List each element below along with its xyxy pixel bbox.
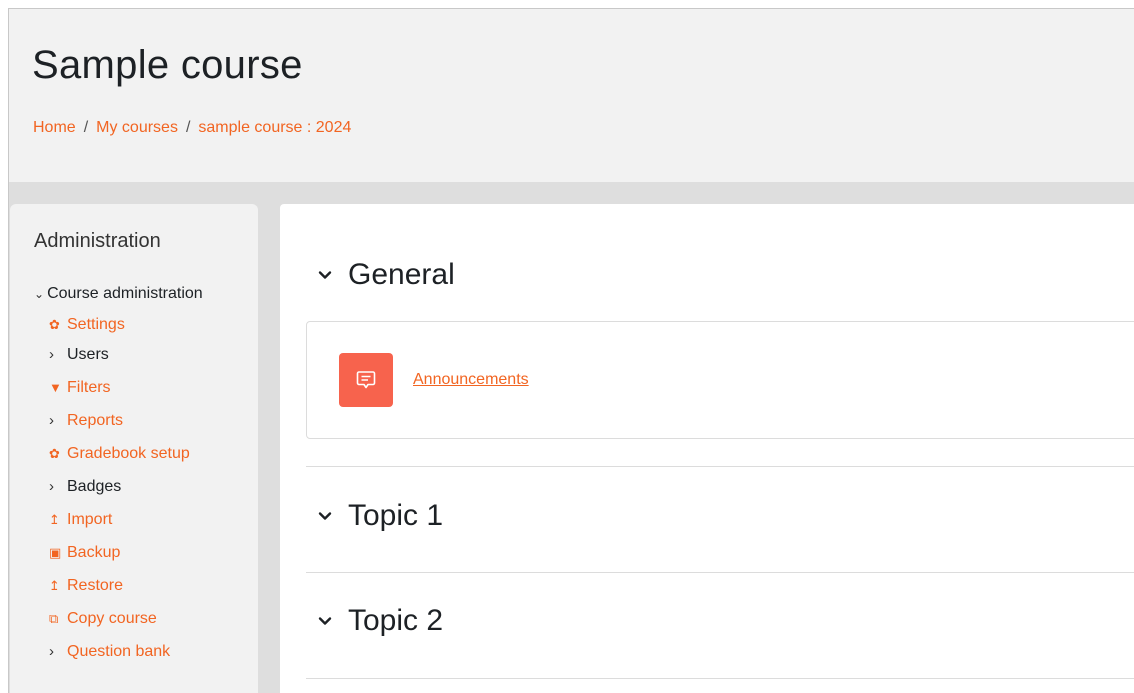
admin-item-users[interactable]: › Users (49, 338, 249, 371)
section-divider (306, 678, 1134, 679)
filter-icon: ▼ (49, 379, 62, 395)
section-divider (306, 572, 1134, 573)
gear-icon: ✿ (49, 445, 60, 461)
admin-item-label: Backup (67, 543, 121, 561)
breadcrumb-separator: / (185, 119, 191, 136)
administration-title: Administration (34, 230, 161, 252)
admin-item-reports[interactable]: › Reports (49, 404, 249, 437)
breadcrumb: Home / My courses / sample course : 2024 (33, 119, 351, 137)
chevron-right-icon: › (49, 642, 54, 660)
section-topic-1-header[interactable]: Topic 1 (318, 499, 443, 533)
admin-item-restore[interactable]: ↥ Restore (49, 569, 249, 602)
administration-tree: ⌄ Course administration ✿ Settings › User… (34, 282, 249, 668)
chevron-right-icon: › (49, 477, 54, 495)
page-frame: Sample course Home / My courses / sample… (8, 8, 1134, 693)
admin-item-badges[interactable]: › Badges (49, 470, 249, 503)
gear-icon: ✿ (49, 316, 60, 332)
section-title: Topic 1 (348, 499, 444, 532)
breadcrumb-my-courses[interactable]: My courses (96, 119, 178, 137)
admin-item-backup[interactable]: ▣ Backup (49, 536, 249, 569)
upload-icon: ↥ (49, 577, 60, 593)
admin-item-settings[interactable]: ✿ Settings (49, 311, 249, 338)
admin-item-gradebook-setup[interactable]: ✿ Gradebook setup (49, 437, 249, 470)
admin-item-label: Reports (67, 411, 124, 429)
breadcrumb-home[interactable]: Home (33, 119, 76, 137)
breadcrumb-course[interactable]: sample course : 2024 (198, 119, 351, 137)
section-title: General (348, 258, 455, 291)
course-administration-node[interactable]: ⌄ Course administration (34, 282, 249, 306)
section-divider (306, 466, 1134, 467)
page-header: Sample course Home / My courses / sample… (9, 9, 1134, 182)
chevron-right-icon: › (49, 411, 54, 429)
chevron-right-icon: › (49, 345, 54, 363)
copy-icon: ⧉ (49, 610, 59, 626)
forum-icon[interactable] (339, 353, 393, 407)
chevron-down-icon[interactable] (318, 614, 332, 628)
admin-item-label: Gradebook setup (67, 444, 190, 462)
breadcrumb-separator: / (83, 119, 89, 136)
file-archive-icon: ▣ (49, 544, 62, 560)
chevron-down-icon[interactable] (318, 509, 332, 523)
admin-item-label: Users (67, 345, 109, 363)
section-title: Topic 2 (348, 604, 444, 637)
admin-item-label: Badges (67, 477, 122, 495)
admin-item-label: Settings (67, 315, 125, 333)
admin-item-label: Import (67, 510, 113, 528)
admin-item-label: Filters (67, 378, 111, 396)
message-icon (356, 371, 376, 389)
administration-block: Administration ⌄ Course administration ✿ … (10, 204, 258, 693)
admin-item-filters[interactable]: ▼ Filters (49, 371, 249, 404)
course-content: General Announcements Topic 1 Topic 2 (280, 204, 1134, 693)
activity-link-announcements[interactable]: Announcements (413, 371, 529, 389)
upload-icon: ↥ (49, 511, 60, 527)
chevron-down-icon[interactable] (318, 268, 332, 282)
course-administration-label: Course administration (47, 285, 203, 302)
admin-item-label: Restore (67, 576, 124, 594)
admin-item-import[interactable]: ↥ Import (49, 503, 249, 536)
admin-item-question-bank[interactable]: › Question bank (49, 635, 249, 668)
section-topic-2-header[interactable]: Topic 2 (318, 604, 443, 638)
admin-item-label: Copy course (67, 609, 157, 627)
activity-card: Announcements (306, 321, 1134, 439)
course-administration-items: ✿ Settings › Users ▼ Filters › Reports ✿ (49, 311, 249, 668)
admin-item-label: Question bank (67, 642, 171, 660)
page-title: Sample course (32, 43, 303, 87)
chevron-down-icon: ⌄ (34, 287, 45, 301)
section-general-header[interactable]: General (318, 258, 455, 292)
admin-item-copy-course[interactable]: ⧉ Copy course (49, 602, 249, 635)
